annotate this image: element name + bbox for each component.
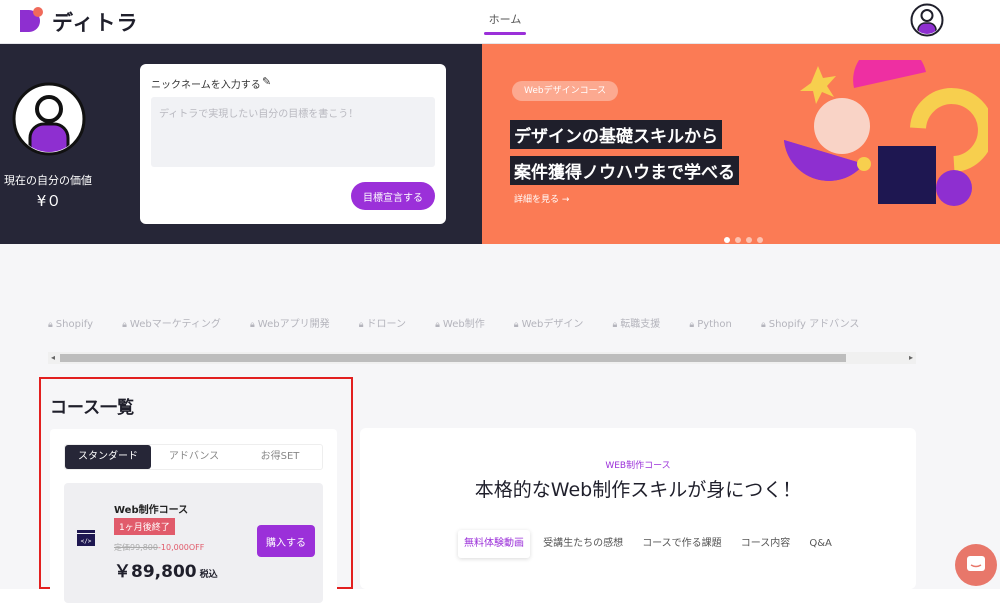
category-item[interactable]: 🔒︎ Shopify xyxy=(48,319,93,330)
banner-course-pill: Webデザインコース xyxy=(512,81,619,101)
original-price: 定価99,800-10,000OFF xyxy=(114,543,205,552)
lock-icon: 🔒︎ xyxy=(513,320,519,330)
svg-text:</>: </> xyxy=(81,538,92,545)
lock-icon: 🔒︎ xyxy=(122,320,127,330)
category-item[interactable]: 🔒︎ ドローン xyxy=(359,315,406,330)
goal-card: ニックネームを入力する ✎ 目標宣言する xyxy=(140,64,446,224)
sale-price: ￥89,800 税込 xyxy=(114,562,218,582)
category-item[interactable]: 🔒︎ Webデザイン xyxy=(514,315,584,330)
banner-headline-2: 案件獲得ノウハウまで学べる xyxy=(510,156,739,185)
tab-bundle[interactable]: お得SET xyxy=(237,445,323,469)
tab-advance[interactable]: アドバンス xyxy=(151,445,237,469)
course-detail-title: 本格的なWeb制作スキルが身につく！ xyxy=(474,479,802,501)
scroll-thumb[interactable] xyxy=(60,354,846,362)
course-list-card: スタンダード アドバンス お得SET </> Web制作コース 1ヶ月後終了 定… xyxy=(50,429,337,603)
tab-assignments[interactable]: コースで作る課題 xyxy=(636,530,728,558)
course-item[interactable]: </> Web制作コース 1ヶ月後終了 定価99,800-10,000OFF ￥… xyxy=(64,483,323,603)
nickname-label[interactable]: ニックネームを入力する xyxy=(151,76,261,91)
carousel-dot[interactable] xyxy=(757,237,763,243)
lock-icon: 🔒︎ xyxy=(358,320,364,330)
scroll-right-icon[interactable]: ▸ xyxy=(909,352,913,364)
user-avatar-icon[interactable] xyxy=(910,3,944,37)
banner-headline-1: デザインの基礎スキルから xyxy=(510,120,722,149)
lock-icon: 🔒︎ xyxy=(612,320,618,330)
lock-icon: 🔒︎ xyxy=(760,320,766,330)
course-name: Web制作コース xyxy=(114,505,189,516)
profile-hero: 現在の自分の価値 ¥０ ニックネームを入力する ✎ 目標宣言する xyxy=(0,44,482,244)
category-item[interactable]: 🔒︎ 転職支援 xyxy=(613,315,661,330)
carousel-dot[interactable] xyxy=(735,237,741,243)
category-item[interactable]: 🔒︎ Python xyxy=(689,319,731,330)
category-item[interactable]: 🔒︎ Webアプリ開発 xyxy=(250,315,330,330)
top-navbar: ディトラ ホーム xyxy=(0,0,1000,44)
lock-icon: 🔒︎ xyxy=(435,320,440,330)
tab-course-content[interactable]: コース内容 xyxy=(735,530,797,558)
declare-goal-button[interactable]: 目標宣言する xyxy=(351,182,435,210)
tab-qa[interactable]: Q&A xyxy=(803,530,838,558)
course-eyebrow: WEB制作コース xyxy=(605,461,671,471)
course-detail-tabs: 無料体験動画 受講生たちの感想 コースで作る課題 コース内容 Q&A xyxy=(458,530,840,558)
profile-avatar-icon[interactable] xyxy=(12,82,86,156)
category-item[interactable]: 🔒︎ Web制作 xyxy=(435,315,485,330)
nav-active-indicator xyxy=(484,32,526,35)
scroll-left-icon[interactable]: ◂ xyxy=(51,352,55,364)
discount-amount: -10,000OFF xyxy=(158,543,205,552)
logo-icon[interactable] xyxy=(18,6,48,34)
course-detail-card: WEB制作コース 本格的なWeb制作スキルが身につく！ 無料体験動画 受講生たち… xyxy=(360,428,916,589)
tax-label: 税込 xyxy=(199,570,218,580)
lock-icon: 🔒︎ xyxy=(48,320,53,330)
category-strip: 🔒︎ Shopify 🔒︎ Webマーケティング 🔒︎ Webアプリ開発 🔒︎ ドローン… xyxy=(48,312,916,332)
category-item[interactable]: 🔒︎ Shopify アドバンス xyxy=(761,315,859,330)
plan-tabs: スタンダード アドバンス お得SET xyxy=(64,444,323,470)
tab-reviews[interactable]: 受講生たちの感想 xyxy=(537,530,629,558)
tab-standard[interactable]: スタンダード xyxy=(65,445,151,469)
ending-badge: 1ヶ月後終了 xyxy=(114,518,175,535)
lock-icon: 🔒︎ xyxy=(689,320,695,330)
tab-free-video[interactable]: 無料体験動画 xyxy=(458,530,530,558)
worth-value: ¥０ xyxy=(36,192,62,210)
goal-input[interactable] xyxy=(151,97,435,167)
brand-name[interactable]: ディトラ xyxy=(52,7,139,37)
horizontal-scrollbar[interactable]: ◂ ▸ xyxy=(48,352,916,364)
code-window-icon: </> xyxy=(77,530,95,546)
course-list-section: コース一覧 スタンダード アドバンス お得SET </> Web制作コース 1ヶ… xyxy=(39,377,353,603)
category-item[interactable]: 🔒︎ Webマーケティング xyxy=(122,315,221,330)
nav-home-link[interactable]: ホーム xyxy=(484,11,526,27)
banner-illustration xyxy=(784,60,988,206)
worth-label: 現在の自分の価値 xyxy=(4,174,92,187)
chat-icon xyxy=(967,556,985,571)
carousel-dots xyxy=(724,228,768,244)
banner-detail-link[interactable]: 詳細を見る → xyxy=(514,192,569,205)
course-list-title: コース一覧 xyxy=(50,398,135,418)
chat-button[interactable] xyxy=(955,544,997,586)
banner-carousel[interactable]: Webデザインコース デザインの基礎スキルから 案件獲得ノウハウまで学べる 詳細… xyxy=(482,44,1000,244)
carousel-dot[interactable] xyxy=(724,237,730,243)
carousel-dot[interactable] xyxy=(746,237,752,243)
lock-icon: 🔒︎ xyxy=(250,320,255,330)
pencil-icon[interactable]: ✎ xyxy=(262,75,271,88)
buy-button[interactable]: 購入する xyxy=(257,525,315,557)
